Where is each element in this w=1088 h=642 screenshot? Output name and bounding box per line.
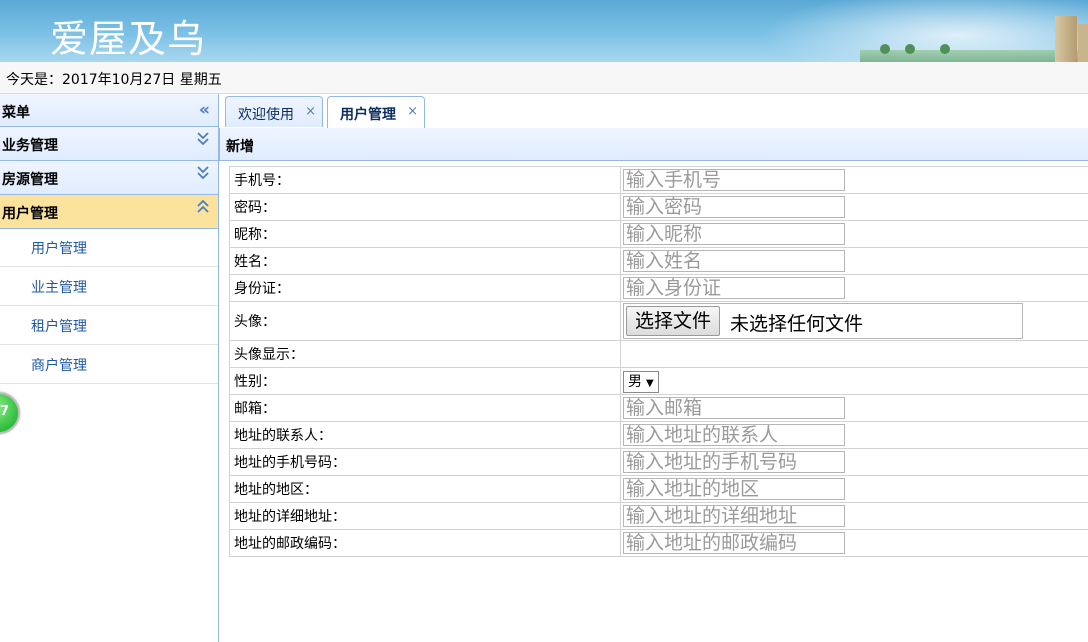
form-row: 手机号： 输入手机号 [229,166,1088,194]
gender-select[interactable]: 男 ▼ [623,371,659,393]
gender-value: 男 [628,374,642,390]
form-row: 昵称： 输入昵称 [229,220,1088,248]
tab-label: 欢迎使用 [238,107,294,123]
group-label: 房源管理 [2,172,58,188]
menu-title: 菜单 [2,105,30,121]
header-banner: 爱屋及乌 [0,0,1088,62]
panel-header: 新增 [219,128,1088,161]
tree-decoration [905,44,915,54]
form-row: 地址的详细地址： 输入地址的详细地址 [229,502,1088,530]
group-label: 用户管理 [2,206,58,222]
avatar-display-label: 头像显示： [229,340,621,368]
nickname-input[interactable]: 输入昵称 [623,223,845,245]
avatar-file-input[interactable]: 选择文件 未选择任何文件 [623,303,1023,339]
form-row: 头像： 选择文件 未选择任何文件 [229,301,1088,341]
addr-region-input[interactable]: 输入地址的地区 [623,478,845,500]
password-input[interactable]: 输入密码 [623,196,845,218]
sidebar-group-business[interactable]: 业务管理 [0,127,218,161]
addr-contact-label: 地址的联系人： [229,421,621,449]
form-row: 身份证： 输入身份证 [229,274,1088,302]
addr-detail-label: 地址的详细地址： [229,502,621,530]
group-label: 业务管理 [2,138,58,154]
avatar-display [620,340,1088,368]
double-chevron-up-icon[interactable] [196,198,210,218]
tree-decoration [880,44,890,54]
form-row: 地址的联系人： 输入地址的联系人 [229,421,1088,449]
addr-detail-input[interactable]: 输入地址的详细地址 [623,505,845,527]
sidebar-item-merchant-management[interactable]: 商户管理 [0,345,218,384]
tree-decoration [940,44,950,54]
user-form: 手机号： 输入手机号 密码： 输入密码 昵称： 输入昵称 姓名： 输入姓名 身份… [229,166,1088,557]
current-date: 今天是：2017年10月27日 星期五 [6,72,222,88]
menu-header: 菜单 « [0,94,218,127]
tab-label: 用户管理 [340,107,396,123]
idcard-label: 身份证： [229,274,621,302]
email-label: 邮箱： [229,394,621,422]
form-row: 地址的地区： 输入地址的地区 [229,475,1088,503]
choose-file-button[interactable]: 选择文件 [626,306,721,336]
close-icon[interactable]: × [407,104,418,119]
form-row: 头像显示： [229,340,1088,368]
file-status: 未选择任何文件 [730,313,864,335]
form-row: 地址的邮政编码： 输入地址的邮政编码 [229,529,1088,557]
form-row: 性别： 男 ▼ [229,367,1088,395]
sidebar-group-users[interactable]: 用户管理 [0,195,218,229]
badge-count: 7 [0,404,10,419]
dropdown-arrow-icon: ▼ [646,378,654,389]
nickname-label: 昵称： [229,220,621,248]
tab-user-management[interactable]: 用户管理 × [327,96,425,128]
idcard-input[interactable]: 输入身份证 [623,277,845,299]
sidebar-group-housing[interactable]: 房源管理 [0,161,218,195]
sidebar-item-label: 租户管理 [31,319,87,335]
email-input[interactable]: 输入邮箱 [623,397,845,419]
sidebar-item-owner-management[interactable]: 业主管理 [0,267,218,306]
avatar-label: 头像： [229,301,621,341]
addr-zip-input[interactable]: 输入地址的邮政编码 [623,532,845,554]
close-icon[interactable]: × [305,104,316,119]
tab-bar: 欢迎使用 × 用户管理 × [219,94,1088,129]
date-bar: 今天是：2017年10月27日 星期五 [0,62,1088,94]
double-chevron-down-icon[interactable] [196,164,210,184]
banner-landscape [860,50,1088,62]
phone-input[interactable]: 输入手机号 [623,169,845,191]
name-input[interactable]: 输入姓名 [623,250,845,272]
form-row: 地址的手机号码： 输入地址的手机号码 [229,448,1088,476]
sidebar-item-label: 用户管理 [31,241,87,257]
addr-phone-label: 地址的手机号码： [229,448,621,476]
addr-zip-label: 地址的邮政编码： [229,529,621,557]
sidebar-item-label: 商户管理 [31,358,87,374]
phone-label: 手机号： [229,166,621,194]
form-row: 密码： 输入密码 [229,193,1088,221]
sidebar-menu: 菜单 « 业务管理 房源管理 用户管理 用户管理 业主管理 租户管理 商户管理 [0,94,219,642]
building-decoration [1078,24,1088,62]
name-label: 姓名： [229,247,621,275]
content-panel: 新增 手机号： 输入手机号 密码： 输入密码 昵称： 输入昵称 姓名： 输入姓名… [219,128,1088,642]
addr-phone-input[interactable]: 输入地址的手机号码 [623,451,845,473]
form-row: 邮箱： 输入邮箱 [229,394,1088,422]
sidebar-item-user-management[interactable]: 用户管理 [0,228,218,267]
double-chevron-down-icon[interactable] [196,130,210,150]
sidebar-item-label: 业主管理 [31,280,87,296]
addr-region-label: 地址的地区： [229,475,621,503]
password-label: 密码： [229,193,621,221]
double-chevron-left-icon[interactable]: « [199,100,210,120]
sidebar-item-tenant-management[interactable]: 租户管理 [0,306,218,345]
form-row: 姓名： 输入姓名 [229,247,1088,275]
tab-welcome[interactable]: 欢迎使用 × [225,96,323,127]
gender-label: 性别： [229,367,621,395]
site-logo: 爱屋及乌 [50,17,207,61]
panel-title: 新增 [226,139,254,155]
addr-contact-input[interactable]: 输入地址的联系人 [623,424,845,446]
building-decoration [1055,16,1077,62]
